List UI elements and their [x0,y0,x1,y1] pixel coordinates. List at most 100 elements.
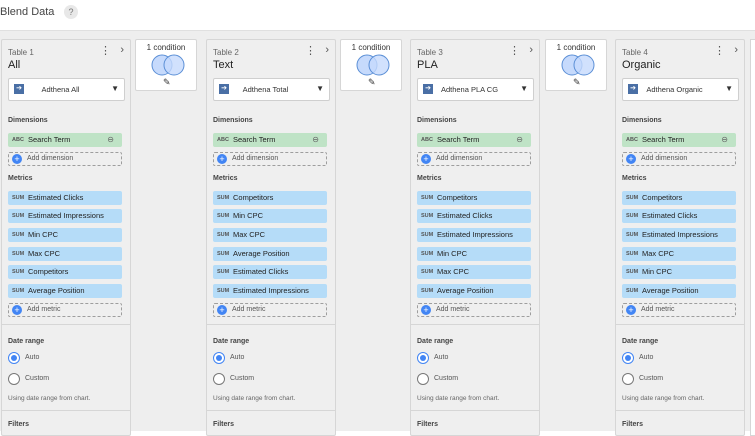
date-custom-label: Custom [434,375,459,382]
page-title: Blend Data [0,6,55,18]
dropdown-arrow-icon: ▼ [316,84,324,93]
metric-chip[interactable]: SUM Max CPC [622,247,736,261]
date-auto-label: Auto [25,354,40,361]
data-source-select[interactable]: ➔ Adthena PLA CG ▼ [417,78,534,101]
metric-chip[interactable]: SUM Min CPC [213,209,327,223]
date-auto-radio[interactable] [622,352,634,364]
more-options-icon[interactable]: ⋮ [509,44,520,57]
metric-chip[interactable]: SUM Estimated Clicks [8,191,122,205]
dimensions-heading: Dimensions [8,117,48,124]
filters-heading: Filters [622,421,644,428]
join-condition-2[interactable]: 1 condition ✎ [340,39,402,91]
metric-chip[interactable]: SUM Max CPC [8,247,122,261]
date-auto-label: Auto [434,354,449,361]
data-source-select[interactable]: ➔ Adthena All ▼ [8,78,125,101]
add-dimension-button[interactable]: + Add dimension [213,152,327,166]
date-auto-radio[interactable] [417,352,429,364]
metric-chip[interactable]: SUM Estimated Clicks [622,209,736,223]
metric-chip[interactable]: SUM Average Position [622,284,736,298]
edit-pencil-icon[interactable]: ✎ [368,77,376,88]
metric-chip[interactable]: SUM Min CPC [417,247,531,261]
table-name[interactable]: All [8,59,20,71]
chevron-right-icon[interactable]: › [120,44,124,56]
data-source-select[interactable]: ➔ Adthena Organic ▼ [622,78,739,101]
add-metric-button[interactable]: + Add metric [622,303,736,317]
metrics-heading: Metrics [8,175,33,182]
metric-chip[interactable]: SUM Average Position [417,284,531,298]
more-options-icon[interactable]: ⋮ [305,44,316,57]
add-metric-button[interactable]: + Add metric [213,303,327,317]
table-name[interactable]: Text [213,59,233,71]
date-custom-radio[interactable] [213,373,225,385]
dimension-chip[interactable]: ABC Search Term ⊖ [622,133,736,147]
date-auto-radio[interactable] [213,352,225,364]
more-options-icon[interactable]: ⋮ [100,44,111,57]
add-metric-label: Add metric [641,306,675,313]
edit-pencil-icon[interactable]: ✎ [163,77,171,88]
metric-chip[interactable]: SUM Estimated Impressions [622,228,736,242]
join-condition-label: 1 condition [351,43,391,52]
metric-chip[interactable]: SUM Max CPC [417,265,531,279]
dimension-chip[interactable]: ABC Search Term ⊖ [417,133,531,147]
dimension-chip[interactable]: ABC Search Term ⊖ [213,133,327,147]
metric-chip[interactable]: SUM Max CPC [213,228,327,242]
dimension-label: Search Term [437,135,480,144]
divider [207,410,335,411]
add-dimension-button[interactable]: + Add dimension [8,152,122,166]
metric-label: Competitors [437,193,478,202]
add-dimension-button[interactable]: + Add dimension [417,152,531,166]
chevron-right-icon[interactable]: › [529,44,533,56]
date-range-heading: Date range [622,338,659,345]
divider [616,324,744,325]
venn-join-icon [356,54,390,76]
date-custom-radio[interactable] [417,373,429,385]
chevron-right-icon[interactable]: › [325,44,329,56]
join-condition-1[interactable]: 1 condition ✎ [135,39,197,91]
metric-chip[interactable]: SUM Average Position [213,247,327,261]
metric-chip[interactable]: SUM Competitors [213,191,327,205]
add-metric-button[interactable]: + Add metric [417,303,531,317]
metric-label: Estimated Clicks [642,211,698,220]
table-name[interactable]: PLA [417,59,438,71]
date-auto-radio[interactable] [8,352,20,364]
sum-type-icon: SUM [12,232,25,238]
join-condition-label: 1 condition [146,43,186,52]
join-condition-3[interactable]: 1 condition ✎ [545,39,607,91]
date-custom-label: Custom [230,375,255,382]
metrics-heading: Metrics [622,175,647,182]
metric-label: Min CPC [437,249,468,258]
table-name[interactable]: Organic [622,59,661,71]
divider [616,410,744,411]
metric-chip[interactable]: SUM Min CPC [8,228,122,242]
metric-chip[interactable]: SUM Min CPC [622,265,736,279]
metric-label: Competitors [642,193,683,202]
metric-chip[interactable]: SUM Estimated Clicks [417,209,531,223]
metric-chip[interactable]: SUM Average Position [8,284,122,298]
data-source-select[interactable]: ➔ Adthena Total ▼ [213,78,330,101]
chevron-right-icon[interactable]: › [734,44,738,56]
date-custom-radio[interactable] [8,373,20,385]
table-panel-1: Table 1 All ⋮ › ➔ Adthena All ▼ Dimensio… [1,39,131,436]
date-auto-label: Auto [639,354,654,361]
add-metric-button[interactable]: + Add metric [8,303,122,317]
metric-label: Estimated Impressions [28,211,104,220]
help-icon[interactable]: ? [64,5,78,19]
text-type-icon: ABC [626,137,638,143]
date-custom-radio[interactable] [622,373,634,385]
metric-chip[interactable]: SUM Estimated Clicks [213,265,327,279]
metric-chip[interactable]: SUM Competitors [8,265,122,279]
metric-chip[interactable]: SUM Estimated Impressions [8,209,122,223]
add-dimension-button[interactable]: + Add dimension [622,152,736,166]
metric-chip[interactable]: SUM Competitors [622,191,736,205]
metric-chip[interactable]: SUM Estimated Impressions [417,228,531,242]
dimension-chip[interactable]: ABC Search Term ⊖ [8,133,122,147]
metric-label: Competitors [28,267,69,276]
sum-type-icon: SUM [12,269,25,275]
sum-type-icon: SUM [217,213,230,219]
add-icon: + [217,154,227,164]
sum-type-icon: SUM [12,251,25,257]
metric-chip[interactable]: SUM Competitors [417,191,531,205]
metric-chip[interactable]: SUM Estimated Impressions [213,284,327,298]
more-options-icon[interactable]: ⋮ [714,44,725,57]
edit-pencil-icon[interactable]: ✎ [573,77,581,88]
